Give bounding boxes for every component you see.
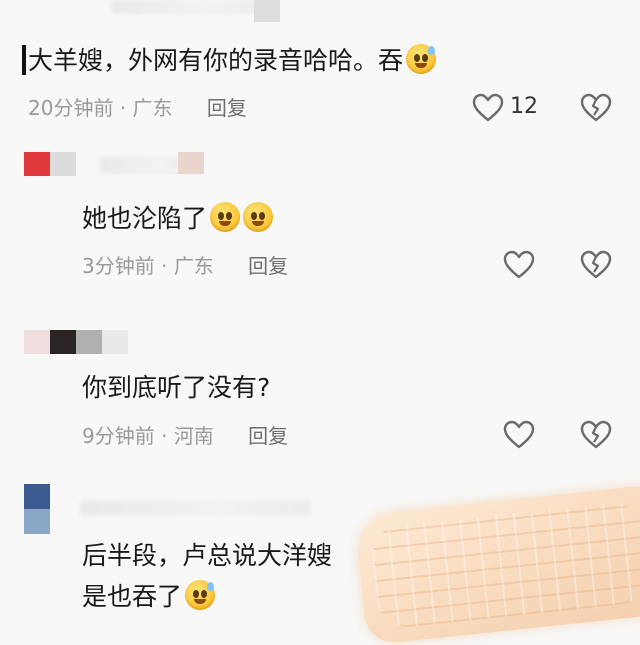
reply-button[interactable]: 回复	[207, 96, 247, 120]
comment-time: 20分钟前	[28, 96, 114, 120]
comment-text-line-1: 后半段，卢总说大洋嫂	[82, 541, 333, 570]
comment-text-content: 大羊嫂，外网有你的录音哈哈。吞	[28, 46, 404, 75]
comment-time: 3分钟前	[82, 254, 155, 278]
broken-heart-icon[interactable]	[580, 250, 612, 280]
heart-outline-icon[interactable]	[472, 93, 504, 123]
top-avatar-strip	[254, 0, 280, 22]
comment-text: 大羊嫂，外网有你的录音哈哈。吞	[28, 44, 437, 77]
comment-location: 广东	[132, 96, 173, 120]
comment-text-content: 她也沦陷了	[82, 204, 208, 233]
pleading-face-emoji-icon	[243, 202, 274, 232]
top-username-blur	[110, 0, 270, 14]
comment-meta: 3分钟前 · 广东 回复	[82, 253, 288, 279]
meta-separator: ·	[119, 96, 127, 120]
avatar[interactable]	[24, 484, 50, 534]
username-blur-patch	[178, 152, 204, 174]
comment-location: 河南	[173, 424, 214, 448]
meta-separator: ·	[161, 254, 168, 278]
comment-meta: 20分钟前 · 广东 回复	[28, 95, 247, 121]
comment-text: 她也沦陷了	[82, 202, 274, 235]
avatar[interactable]	[24, 330, 128, 354]
grinning-sweat-emoji-icon	[185, 580, 216, 610]
pleading-face-emoji-icon	[210, 202, 241, 232]
comment-text: 你到底听了没有?	[82, 372, 270, 404]
comment-text-line-2: 是也吞了	[82, 580, 216, 613]
heart-outline-icon[interactable]	[503, 420, 535, 450]
meta-separator: ·	[161, 424, 168, 448]
comment-time: 9分钟前	[82, 424, 155, 448]
grinning-sweat-emoji-icon	[406, 44, 437, 74]
avatar[interactable]	[24, 152, 76, 176]
like-count: 12	[510, 94, 538, 119]
heart-outline-icon[interactable]	[503, 250, 535, 280]
comment-text-content: 你到底听了没有?	[82, 373, 271, 402]
decorative-sticker	[354, 484, 640, 645]
comment-text-content: 是也吞了	[82, 582, 183, 611]
reply-button[interactable]: 回复	[248, 254, 288, 278]
username-blur	[80, 500, 310, 516]
comment-meta: 9分钟前 · 河南 回复	[82, 423, 288, 449]
text-cursor	[22, 45, 26, 75]
broken-heart-icon[interactable]	[580, 93, 612, 123]
reply-button[interactable]: 回复	[248, 424, 288, 448]
comment-location: 广东	[173, 254, 214, 278]
broken-heart-icon[interactable]	[580, 420, 612, 450]
